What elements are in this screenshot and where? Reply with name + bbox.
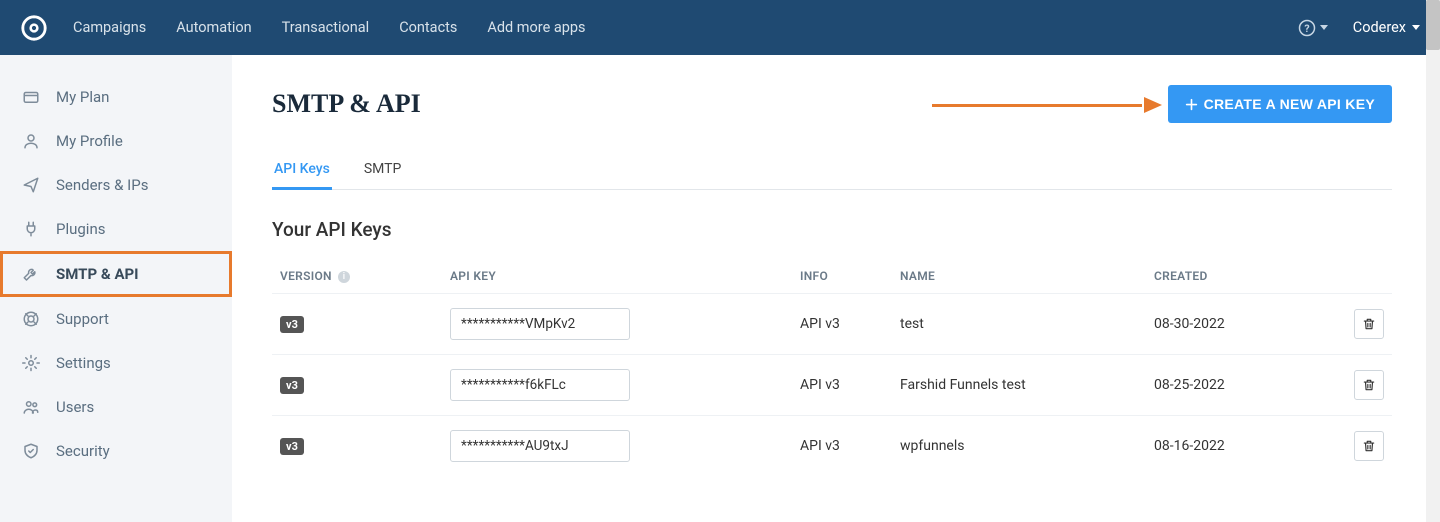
th-created: CREATED (1146, 259, 1346, 294)
page-header: SMTP & API CREATE A NEW API KEY (272, 85, 1392, 123)
sidebar-item-my-plan[interactable]: My Plan (0, 75, 232, 119)
topbar: Campaigns Automation Transactional Conta… (0, 0, 1440, 55)
arrow-annotation (932, 99, 1162, 111)
nav-campaigns[interactable]: Campaigns (73, 19, 146, 36)
tab-api-keys[interactable]: API Keys (272, 151, 332, 190)
api-keys-table: VERSION i API KEY INFO NAME CREATED v3 AP… (272, 259, 1392, 476)
plan-icon (22, 88, 40, 106)
gear-icon (22, 354, 40, 372)
help-icon: ? (1298, 19, 1316, 37)
cell-created: 08-16-2022 (1146, 416, 1346, 477)
sidebar-item-users[interactable]: Users (0, 385, 232, 429)
sidebar-item-label: Senders & IPs (56, 176, 148, 194)
table-row: v3 API v3Farshid Funnels test08-25-2022 (272, 355, 1392, 416)
sidebar-item-support[interactable]: Support (0, 297, 232, 341)
tabs: API Keys SMTP (272, 151, 1392, 190)
sidebar-item-label: Users (56, 398, 94, 416)
sidebar-item-plugins[interactable]: Plugins (0, 207, 232, 251)
users-icon (22, 398, 40, 416)
page-title: SMTP & API (272, 89, 421, 119)
top-nav: Campaigns Automation Transactional Conta… (73, 19, 586, 36)
sidebar-item-label: SMTP & API (56, 265, 139, 283)
th-info: INFO (792, 259, 892, 294)
cell-name: Farshid Funnels test (892, 355, 1146, 416)
nav-automation[interactable]: Automation (176, 19, 251, 36)
nav-add-more-apps[interactable]: Add more apps (487, 19, 585, 36)
sidebar-item-label: Plugins (56, 220, 105, 238)
trash-icon (1362, 439, 1376, 453)
th-version: VERSION i (272, 259, 442, 294)
tab-smtp[interactable]: SMTP (362, 151, 404, 190)
cell-info: API v3 (792, 355, 892, 416)
plug-icon (22, 220, 40, 238)
cell-info: API v3 (792, 416, 892, 477)
th-api-key: API KEY (442, 259, 792, 294)
swirl-icon (20, 14, 48, 42)
help-menu[interactable]: ? (1298, 19, 1328, 37)
delete-button[interactable] (1354, 370, 1384, 400)
sidebar: My Plan My Profile Senders & IPs Plugins SMT… (0, 55, 232, 522)
plug-icon (22, 220, 40, 238)
info-icon: i (338, 271, 350, 283)
section-title: Your API Keys (272, 218, 1392, 241)
create-api-key-button[interactable]: CREATE A NEW API KEY (1168, 85, 1392, 123)
profile-icon (22, 132, 40, 150)
create-button-label: CREATE A NEW API KEY (1204, 96, 1375, 112)
send-icon (22, 176, 40, 194)
svg-text:?: ? (1304, 21, 1309, 34)
send-icon (22, 176, 40, 194)
sidebar-item-smtp-api[interactable]: SMTP & API (0, 251, 232, 297)
sidebar-item-settings[interactable]: Settings (0, 341, 232, 385)
api-key-field[interactable] (450, 369, 630, 401)
trash-icon (1362, 378, 1376, 392)
plan-icon (22, 88, 40, 106)
support-icon (22, 310, 40, 328)
nav-transactional[interactable]: Transactional (282, 19, 370, 36)
gear-icon (22, 354, 40, 372)
plus-icon (1185, 98, 1198, 111)
table-row: v3 API v3wpfunnels08-16-2022 (272, 416, 1392, 477)
table-row: v3 API v3test08-30-2022 (272, 294, 1392, 355)
sidebar-item-senders-ips[interactable]: Senders & IPs (0, 163, 232, 207)
api-key-field[interactable] (450, 308, 630, 340)
delete-button[interactable] (1354, 309, 1384, 339)
profile-icon (22, 132, 40, 150)
trash-icon (1362, 317, 1376, 331)
wrench-icon (22, 265, 40, 283)
chevron-down-icon (1320, 25, 1328, 30)
nav-contacts[interactable]: Contacts (399, 19, 457, 36)
cell-name: test (892, 294, 1146, 355)
account-name: Coderex (1353, 19, 1406, 36)
main-content: SMTP & API CREATE A NEW API KEY API Keys… (232, 55, 1440, 522)
sidebar-item-label: Support (56, 310, 109, 328)
brand-logo[interactable] (20, 14, 48, 42)
cell-created: 08-25-2022 (1146, 355, 1346, 416)
cell-created: 08-30-2022 (1146, 294, 1346, 355)
sidebar-item-label: Security (56, 442, 110, 460)
api-key-field[interactable] (450, 430, 630, 462)
sidebar-item-security[interactable]: Security (0, 429, 232, 473)
sidebar-item-label: Settings (56, 354, 111, 372)
version-badge: v3 (280, 316, 304, 333)
shield-icon (22, 442, 40, 460)
account-menu[interactable]: Coderex (1353, 19, 1420, 36)
sidebar-item-label: My Plan (56, 88, 109, 106)
version-badge: v3 (280, 438, 304, 455)
sidebar-item-my-profile[interactable]: My Profile (0, 119, 232, 163)
sidebar-item-label: My Profile (56, 132, 123, 150)
support-icon (22, 310, 40, 328)
version-badge: v3 (280, 377, 304, 394)
cell-info: API v3 (792, 294, 892, 355)
scrollbar[interactable] (1426, 0, 1440, 522)
cell-name: wpfunnels (892, 416, 1146, 477)
chevron-down-icon (1412, 25, 1420, 30)
users-icon (22, 398, 40, 416)
delete-button[interactable] (1354, 431, 1384, 461)
th-name: NAME (892, 259, 1146, 294)
wrench-icon (22, 265, 40, 283)
shield-icon (22, 442, 40, 460)
